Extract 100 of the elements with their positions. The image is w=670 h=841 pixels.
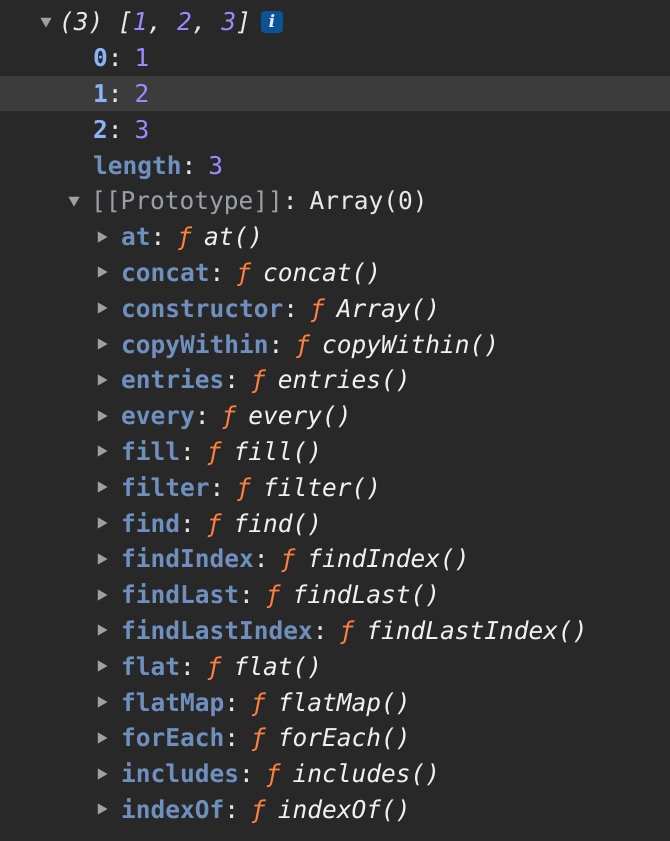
function-mark: ƒ — [251, 794, 266, 824]
property-value: entries() — [278, 365, 411, 394]
property-value: indexOf() — [278, 794, 411, 824]
function-mark: ƒ — [340, 616, 354, 645]
property-key: entries: — [121, 365, 240, 394]
property-value: 3 — [134, 114, 150, 144]
triangle-icon[interactable] — [95, 623, 109, 638]
triangle-icon[interactable] — [95, 695, 109, 710]
triangle-icon[interactable] — [95, 730, 109, 745]
property-value: Array() — [336, 294, 440, 323]
property-value: flat() — [234, 652, 322, 681]
function-mark: ƒ — [222, 401, 236, 430]
property-value: flatMap() — [278, 688, 411, 717]
tree-row[interactable]: constructor: ƒ Array() — [0, 290, 670, 326]
function-mark: ƒ — [206, 508, 222, 538]
tree-row[interactable]: includes: ƒ includes() — [0, 756, 670, 792]
property-value: find() — [234, 508, 322, 538]
property-key: 0: — [93, 43, 123, 72]
tree-row[interactable]: length: 3 — [0, 147, 670, 183]
tree-row[interactable]: findLast: ƒ findLast() — [0, 576, 670, 613]
triangle-icon[interactable] — [95, 802, 109, 816]
info-badge[interactable]: i — [260, 10, 283, 33]
function-mark: ƒ — [236, 472, 252, 502]
tree-row[interactable]: findLastIndex: ƒ findLastIndex() — [0, 612, 670, 648]
property-key: flatMap: — [121, 688, 240, 717]
function-mark: ƒ — [206, 436, 222, 466]
tree-row[interactable]: 2: 3 — [0, 111, 670, 148]
property-value: fill() — [234, 436, 322, 466]
triangle-icon[interactable] — [95, 301, 109, 316]
property-key: at: — [121, 222, 166, 252]
function-mark: ƒ — [236, 258, 252, 287]
tree-row[interactable]: findIndex: ƒ findIndex() — [0, 540, 670, 577]
triangle-icon[interactable] — [95, 230, 109, 244]
property-key: findLast: — [121, 580, 254, 610]
property-value: 2 — [134, 78, 150, 108]
function-mark: ƒ — [251, 688, 266, 717]
triangle-icon[interactable] — [95, 766, 109, 781]
property-key: constructor: — [121, 294, 298, 323]
triangle-icon[interactable] — [95, 588, 109, 602]
property-value: findLastIndex() — [366, 616, 588, 645]
property-key: forEach: — [121, 723, 240, 752]
property-value: includes() — [292, 759, 440, 788]
tree-row[interactable]: at: ƒ at() — [0, 218, 670, 255]
property-value: copyWithin() — [322, 330, 500, 359]
function-mark: ƒ — [266, 580, 281, 610]
tree-row[interactable]: filter: ƒ filter() — [0, 469, 670, 506]
tree-row[interactable]: 1: 2 — [0, 76, 670, 112]
triangle-icon[interactable] — [95, 516, 109, 530]
triangle-icon[interactable] — [95, 552, 109, 566]
tree-row[interactable]: copyWithin: ƒ copyWithin() — [0, 326, 670, 362]
property-key: includes: — [121, 759, 254, 788]
tree-row[interactable]: concat: ƒ concat() — [0, 254, 670, 290]
property-key: find: — [121, 508, 195, 538]
triangle-icon[interactable] — [95, 444, 109, 458]
property-key: every: — [121, 401, 210, 430]
property-key: 2: — [93, 114, 123, 144]
tree-row[interactable]: find: ƒ find() — [0, 505, 670, 541]
tree-row[interactable]: (3) [1, 2, 3] i — [0, 4, 670, 40]
property-key: findLastIndex: — [121, 616, 328, 645]
property-value: forEach() — [278, 723, 411, 752]
tree-row[interactable]: every: ƒ every() — [0, 398, 670, 434]
function-mark: ƒ — [177, 222, 192, 252]
function-mark: ƒ — [206, 652, 222, 681]
triangle-icon[interactable] — [95, 480, 109, 494]
property-key: length: — [93, 150, 196, 180]
tree-row[interactable]: indexOf: ƒ indexOf() — [0, 792, 670, 828]
triangle-icon[interactable] — [95, 265, 109, 280]
property-value: 1 — [134, 43, 150, 72]
function-mark: ƒ — [251, 365, 266, 394]
property-value: findIndex() — [307, 544, 470, 574]
tree-row[interactable]: 0: 1 — [0, 40, 670, 76]
property-value: findLast() — [292, 580, 440, 610]
property-key: concat: — [121, 258, 224, 287]
tree-row[interactable]: fill: ƒ fill() — [0, 434, 670, 470]
property-key: [[Prototype]]: — [91, 186, 298, 216]
tree-row[interactable]: flatMap: ƒ flatMap() — [0, 684, 670, 720]
triangle-icon[interactable] — [95, 337, 109, 352]
triangle-icon[interactable] — [95, 372, 109, 387]
property-value: Array(0) — [310, 186, 428, 216]
property-key: fill: — [121, 436, 195, 466]
triangle-icon[interactable] — [95, 659, 109, 674]
property-key: findIndex: — [121, 544, 269, 574]
triangle-icon[interactable] — [95, 408, 109, 423]
tree-row[interactable]: forEach: ƒ forEach() — [0, 720, 670, 756]
function-mark: ƒ — [310, 294, 325, 323]
tree-row[interactable]: [[Prototype]]: Array(0) — [0, 182, 670, 219]
function-mark: ƒ — [251, 723, 266, 752]
property-value: filter() — [263, 472, 382, 502]
function-mark: ƒ — [295, 330, 310, 359]
property-key: filter: — [121, 472, 224, 502]
array-preview: (3) [1, 2, 3] — [59, 7, 251, 36]
property-value: at() — [204, 222, 264, 252]
property-key: copyWithin: — [121, 330, 284, 359]
property-value: 3 — [208, 150, 224, 180]
property-value: every() — [248, 401, 352, 430]
property-key: 1: — [93, 78, 123, 108]
tree-row[interactable]: entries: ƒ entries() — [0, 362, 670, 398]
tree-row[interactable]: flat: ƒ flat() — [0, 648, 670, 684]
function-mark: ƒ — [266, 759, 281, 788]
property-key: flat: — [121, 652, 195, 681]
